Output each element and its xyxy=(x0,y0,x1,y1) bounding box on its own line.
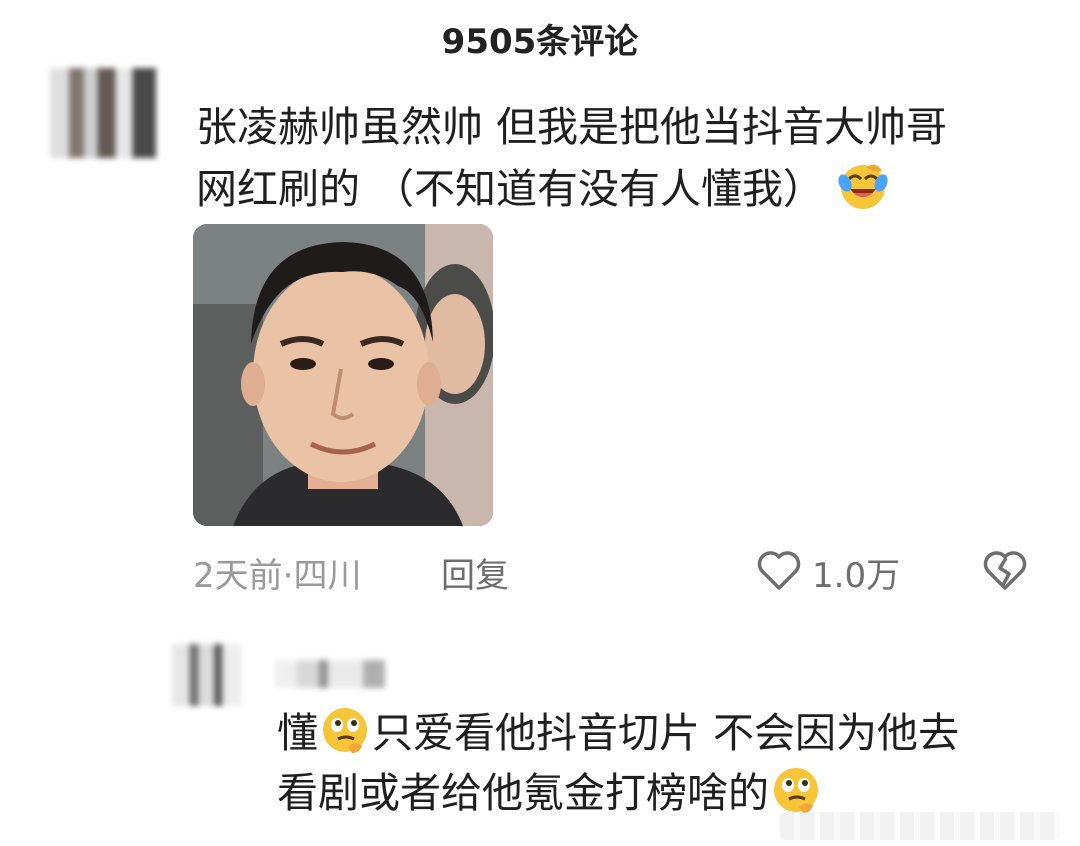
reply-text-part2: 只爱看他抖音切片 不会因为他去 xyxy=(372,709,960,757)
broken-heart-icon[interactable] xyxy=(982,548,1028,592)
reply-text-line2: 看剧或者给他氪金打榜啥的 xyxy=(277,769,769,817)
crying-laughing-emoji-icon xyxy=(838,164,888,209)
reply-text: 懂 只爱看他抖音切片 不会因为他去 看剧或者给他氪金打榜啥的 xyxy=(277,703,1057,823)
reply-text-part1: 懂 xyxy=(277,709,318,757)
reply-button[interactable]: 回复 xyxy=(441,548,509,597)
reply-avatar[interactable] xyxy=(172,644,242,706)
comment-text-line2-wrap: 网红刷的 （不知道有没有人懂我） xyxy=(196,158,1036,220)
comment-text-line1: 张凌赫帅虽然帅 但我是把他当抖音大帅哥 xyxy=(196,103,948,151)
comment-time-location: 2天前·四川 xyxy=(193,556,362,596)
reply-text-line1-wrap: 懂 只爱看他抖音切片 不会因为他去 xyxy=(277,703,1057,763)
comment-image[interactable] xyxy=(193,224,493,526)
portrait-image xyxy=(193,224,493,526)
heart-icon[interactable] xyxy=(756,548,802,592)
comment-text-line2: 网红刷的 （不知道有没有人懂我） xyxy=(196,165,825,213)
thinking-face-emoji-icon xyxy=(323,708,367,753)
comment-text: 张凌赫帅虽然帅 但我是把他当抖音大帅哥 网红刷的 （不知道有没有人懂我） xyxy=(196,96,1036,220)
thinking-face-emoji-icon xyxy=(774,768,818,813)
like-count: 1.0万 xyxy=(812,556,901,596)
comments-count-title: 9505条评论 xyxy=(441,22,639,62)
avatar[interactable] xyxy=(50,68,156,158)
reply-username[interactable] xyxy=(275,660,385,688)
watermark xyxy=(780,812,1060,840)
